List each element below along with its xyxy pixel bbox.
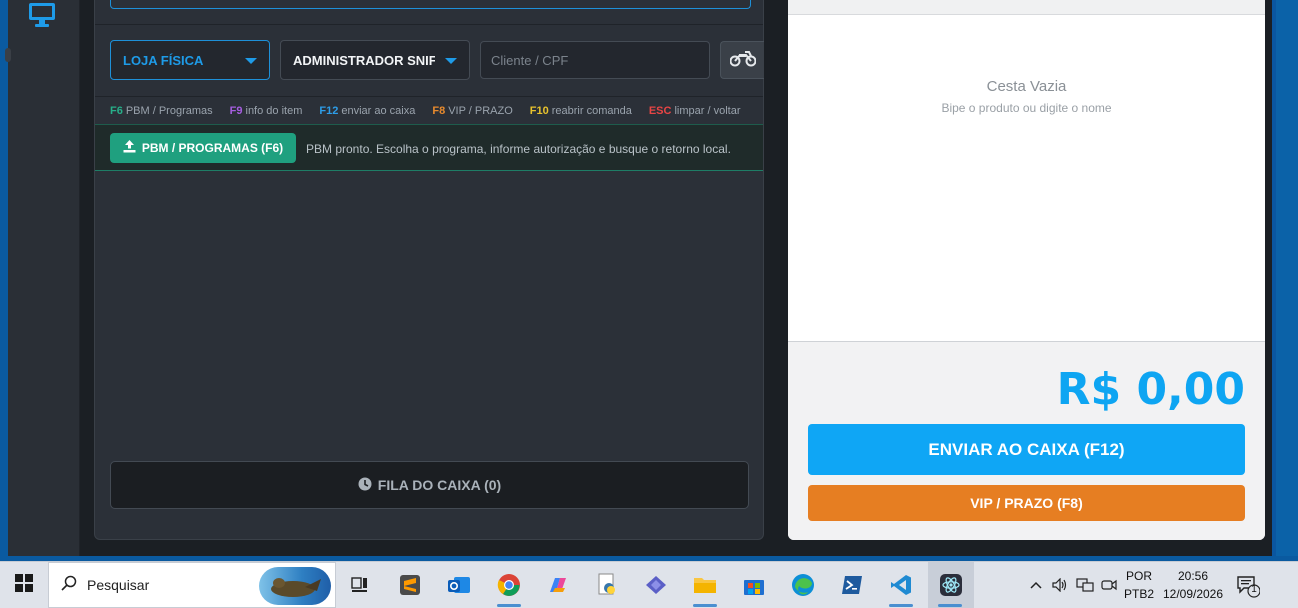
task-view-icon[interactable] <box>338 562 382 608</box>
input-language[interactable]: POR PTB2 <box>1122 567 1156 603</box>
chevron-down-icon <box>445 58 457 64</box>
clock-icon <box>358 477 372 494</box>
desktop-monitor-icon[interactable] <box>28 2 56 28</box>
search-icon <box>61 575 77 596</box>
pbm-bar: PBM / PROGRAMAS (F6) PBM pronto. Escolha… <box>95 124 763 171</box>
cart-panel: Cesta Vazia Bipe o produto ou digite o n… <box>788 0 1265 540</box>
outlook-icon[interactable] <box>437 562 481 608</box>
notification-center-button[interactable]: 1 <box>1236 574 1261 598</box>
operator-select[interactable]: ADMINISTRADOR SNIF <box>280 40 470 80</box>
rail-indicator <box>5 48 11 62</box>
edge-icon[interactable] <box>781 562 825 608</box>
search-label: Pesquisar <box>87 577 150 593</box>
client-cpf-input[interactable] <box>480 41 710 79</box>
electron-app-icon[interactable] <box>928 562 974 608</box>
windows-logo-icon <box>15 573 33 597</box>
pbm-button-label: PBM / PROGRAMAS (F6) <box>141 141 284 155</box>
clock-date: 12/09/2026 <box>1162 587 1224 601</box>
empty-cart-subtitle: Bipe o produto ou digite o nome <box>941 101 1112 115</box>
hotkey-f12: F12 enviar ao caixa <box>319 104 416 117</box>
power-automate-icon[interactable] <box>634 562 678 608</box>
sublime-text-icon[interactable] <box>388 562 432 608</box>
hotkey-f6: F6 PBM / Programas <box>110 104 213 117</box>
pbm-status-message: PBM pronto. Escolha o programa, informe … <box>306 142 731 156</box>
microsoft-store-icon[interactable] <box>732 562 776 608</box>
powershell-icon[interactable] <box>830 562 874 608</box>
pbm-programs-button[interactable]: PBM / PROGRAMAS (F6) <box>110 133 296 163</box>
store-select-value: LOJA FÍSICA <box>123 52 204 68</box>
hotkey-f9: F9 info do item <box>229 104 303 117</box>
sale-panel: LOJA FÍSICA ADMINISTRADOR SNIF Cliente /… <box>94 0 764 540</box>
cashier-queue-button[interactable]: FILA DO CAIXA (0) <box>110 461 749 509</box>
product-search-input[interactable] <box>110 0 751 9</box>
copilot-icon[interactable] <box>536 562 580 608</box>
taskbar-search[interactable]: Pesquisar <box>48 562 336 608</box>
hotkey-legend: F6 PBM / Programas F9 info do item F12 envi… <box>95 96 763 124</box>
left-rail <box>5 0 80 556</box>
window-border <box>1272 0 1276 556</box>
motorcycle-icon <box>729 49 756 72</box>
clock-time: 20:56 <box>1177 569 1209 583</box>
hotkey-esc: ESC limpar / voltar <box>648 104 741 117</box>
cart-footer: R$ 0,00 ENVIAR AO CAIXA (F12) VIP / PRAZ… <box>788 341 1265 540</box>
empty-cart-title: Cesta Vazia <box>986 78 1067 95</box>
operator-select-value: ADMINISTRADOR SNIF <box>293 52 435 68</box>
cart-total: R$ 0,00 <box>1056 364 1245 415</box>
store-select[interactable]: LOJA FÍSICA <box>110 40 270 80</box>
notification-count: 1 <box>1251 584 1257 595</box>
meet-now-icon[interactable] <box>1101 562 1117 608</box>
chevron-down-icon <box>245 58 257 64</box>
divider <box>95 24 763 25</box>
language-code: POR <box>1125 569 1152 583</box>
queue-label: FILA DO CAIXA (0) <box>377 477 502 493</box>
chrome-icon[interactable] <box>487 562 531 608</box>
vscode-icon[interactable] <box>879 562 923 608</box>
taskbar-clock[interactable]: 20:56 12/09/2026 <box>1160 567 1226 603</box>
send-to-cashier-button[interactable]: ENVIAR AO CAIXA (F12) <box>808 424 1245 475</box>
hotkey-f10: F10 reabrir comanda <box>529 104 632 117</box>
keyboard-layout: PTB2 <box>1123 587 1154 601</box>
start-button[interactable] <box>0 562 48 608</box>
chevron-up-icon[interactable] <box>1030 562 1042 608</box>
taskbar: Pesquisar POR PTB2 20:56 12/09/2026 1 <box>0 561 1298 608</box>
python-file-icon[interactable] <box>585 562 629 608</box>
search-highlight-image <box>259 567 331 605</box>
volume-icon[interactable] <box>1052 562 1068 608</box>
network-icon[interactable] <box>1076 562 1094 608</box>
cart-header <box>788 0 1265 15</box>
file-explorer-icon[interactable] <box>683 562 727 608</box>
pdv-window: LOJA FÍSICA ADMINISTRADOR SNIF Cliente /… <box>5 0 1272 556</box>
upload-icon <box>123 140 136 156</box>
delivery-button[interactable] <box>720 41 764 79</box>
vip-prazo-button[interactable]: VIP / PRAZO (F8) <box>808 485 1245 521</box>
hotkey-f8: F8 VIP / PRAZO <box>432 104 513 117</box>
